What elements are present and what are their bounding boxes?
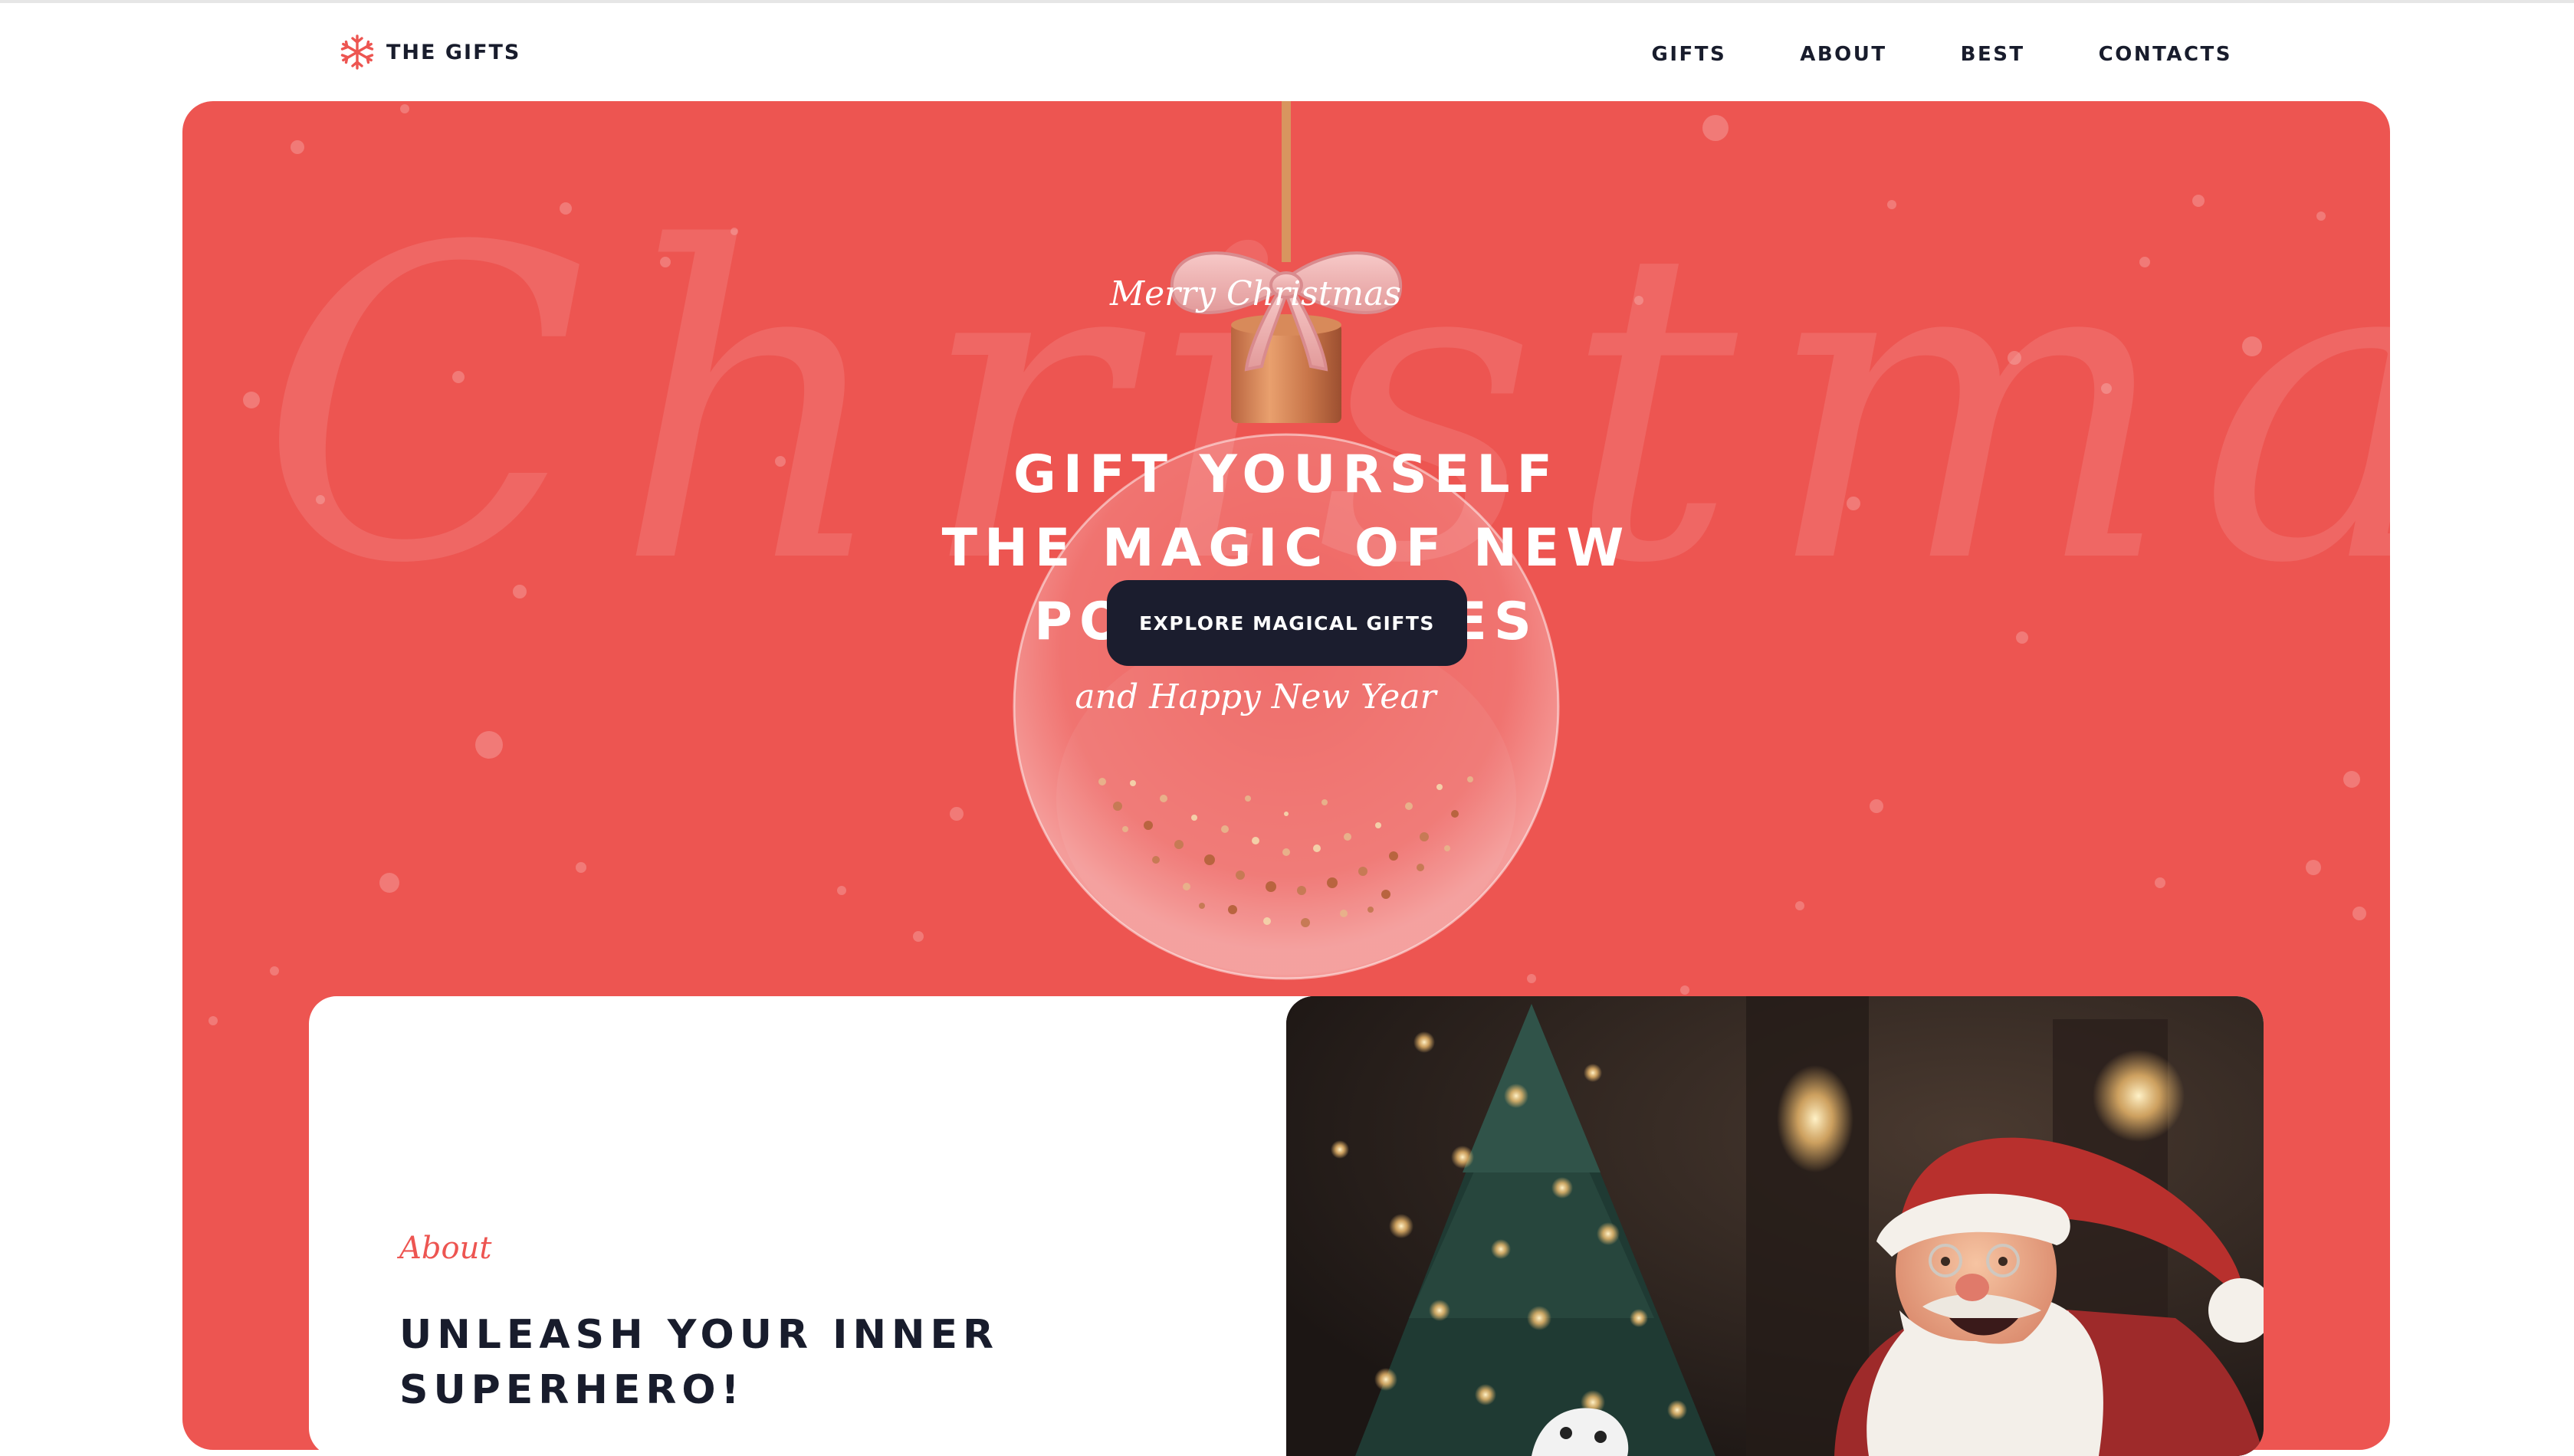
snowflake-icon (340, 34, 374, 70)
nav-item-gifts[interactable]: GIFTS (1651, 43, 1726, 66)
explore-gifts-button[interactable]: EXPLORE MAGICAL GIFTS (1107, 580, 1467, 666)
santa-illustration (1286, 996, 2264, 1456)
nav-item-best[interactable]: BEST (1961, 43, 2025, 66)
site-header: THE GIFTS GIFTS ABOUT BEST CONTACTS (0, 3, 2574, 101)
merry-christmas-script: Merry Christmas (1110, 274, 1401, 313)
about-section: About UNLEASH YOUR INNER SUPERHERO! (309, 996, 2264, 1456)
about-title: UNLEASH YOUR INNER SUPERHERO! (399, 1307, 1166, 1418)
nav-item-contacts[interactable]: CONTACTS (2099, 43, 2232, 66)
headline-line: THE MAGIC OF NEW (941, 518, 1631, 579)
headline-line: GIFT YOURSELF (1013, 444, 1560, 505)
about-title-line: SUPERHERO! (399, 1367, 745, 1413)
happy-new-year-script: and Happy New Year (1075, 677, 1436, 717)
brand-name: THE GIFTS (386, 40, 521, 64)
about-eyebrow: About (399, 1231, 492, 1266)
about-title-line: UNLEASH YOUR INNER (399, 1312, 1000, 1358)
main-nav: GIFTS ABOUT BEST CONTACTS (1651, 43, 2232, 66)
nav-item-about[interactable]: ABOUT (1800, 43, 1886, 66)
logo[interactable]: THE GIFTS (339, 34, 520, 71)
